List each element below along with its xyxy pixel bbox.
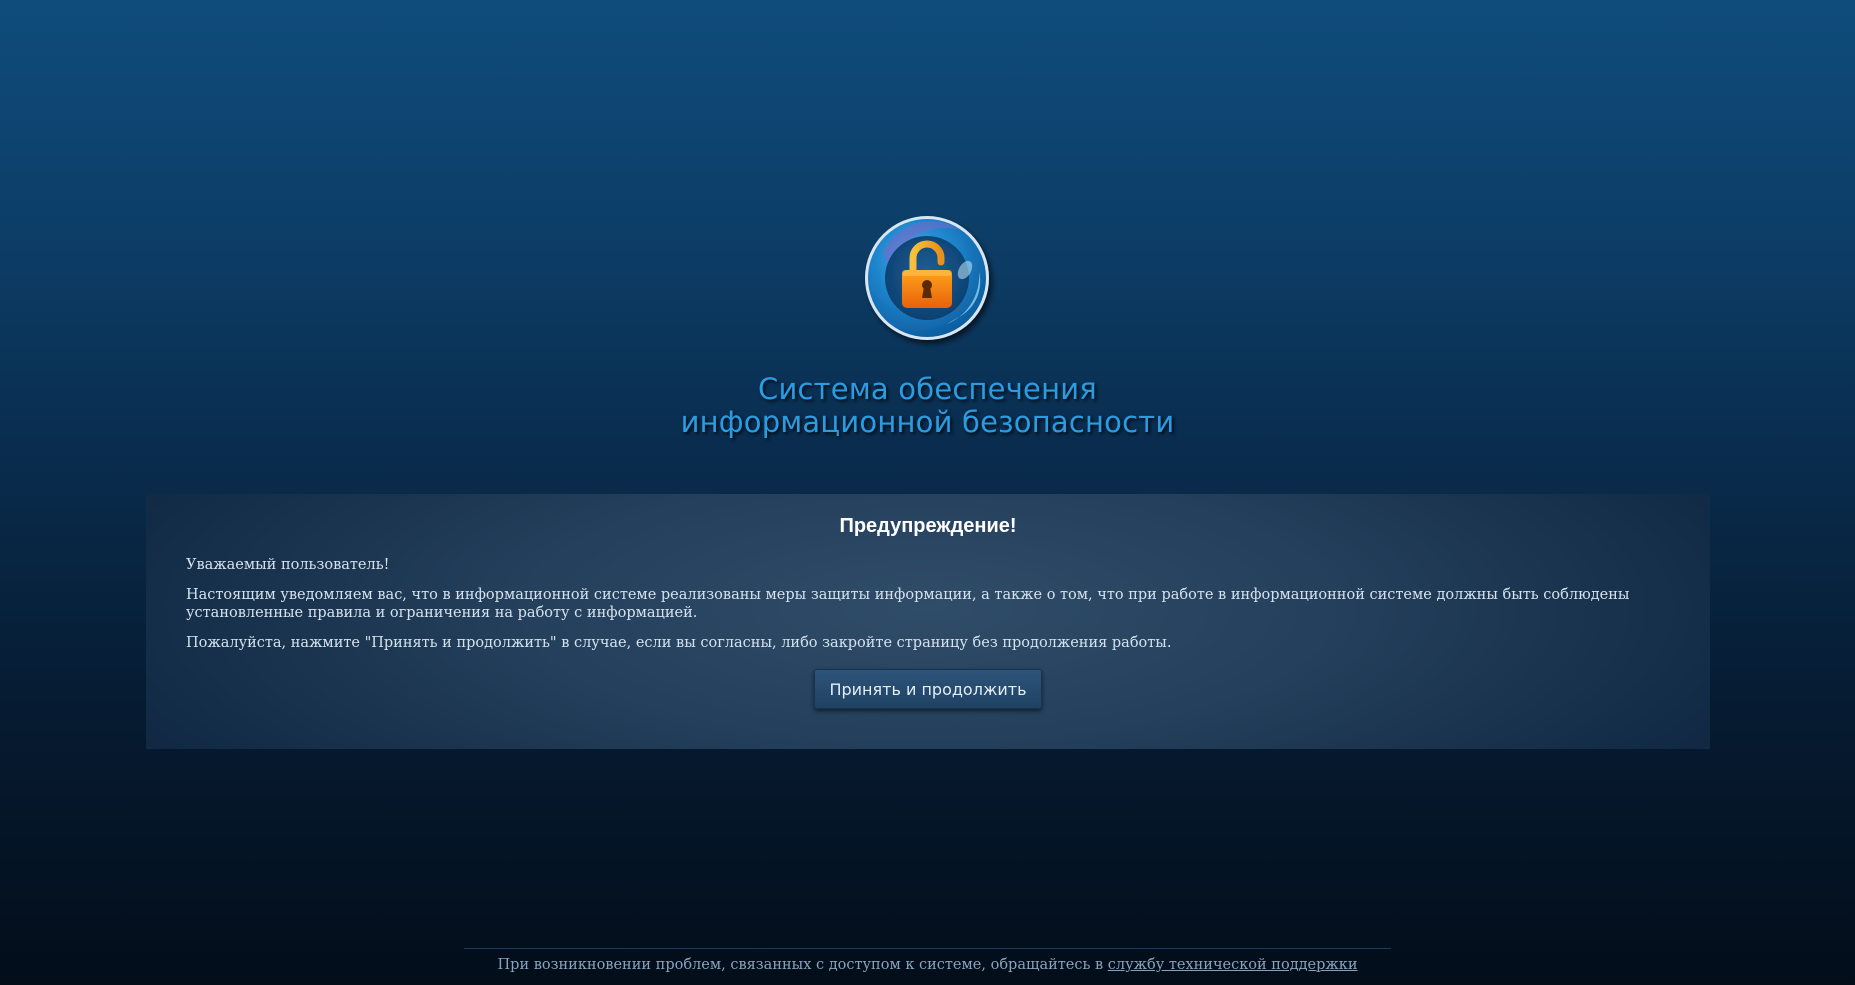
notice-body-text: Настоящим уведомляем вас, что в информац… bbox=[186, 587, 1630, 621]
accept-and-continue-button[interactable]: Принять и продолжить bbox=[814, 669, 1042, 709]
system-title-line1: Система обеспечения bbox=[758, 372, 1097, 406]
footer-divider bbox=[464, 948, 1391, 949]
footer: При возникновении проблем, связанных с д… bbox=[0, 957, 1855, 973]
support-link[interactable]: службу технической поддержки bbox=[1108, 957, 1358, 973]
unlocked-padlock-icon bbox=[865, 216, 989, 340]
instruction-text: Пожалуйста, нажмите "Принять и продолжит… bbox=[186, 635, 1172, 651]
security-logo bbox=[861, 212, 997, 348]
system-title: Система обеспечения информационной безоп… bbox=[0, 373, 1855, 439]
system-title-line2: информационной безопасности bbox=[680, 405, 1175, 439]
warning-heading: Предупреждение! bbox=[839, 515, 1017, 537]
warning-panel: Предупреждение! Уважаемый пользователь! … bbox=[146, 494, 1710, 749]
greeting-text: Уважаемый пользователь! bbox=[186, 557, 390, 573]
footer-text: При возникновении проблем, связанных с д… bbox=[497, 957, 1108, 973]
